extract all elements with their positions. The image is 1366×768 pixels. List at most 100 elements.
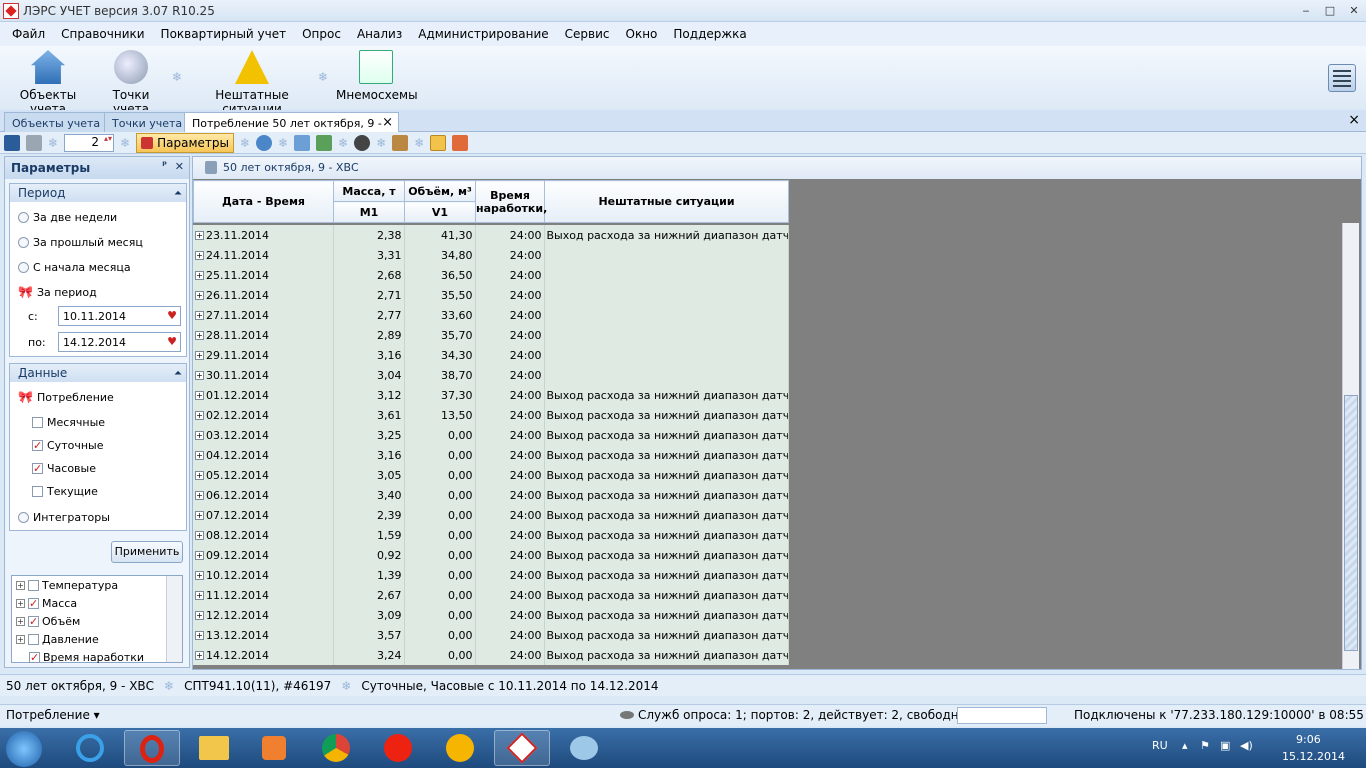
table-row[interactable]: +06.12.2014 3,40 0,00 24:00 Выход расхода за… <box>193 485 789 505</box>
tray-arrow-icon[interactable]: ▴ <box>1182 739 1188 752</box>
expand-icon[interactable]: + <box>16 617 25 626</box>
col-date[interactable]: Дата - Время <box>193 180 334 223</box>
table-row[interactable]: +27.11.2014 2,77 33,60 24:00 <box>193 305 789 325</box>
opera-icon[interactable] <box>124 730 180 766</box>
incidents-button[interactable]: Нештатные ситуации <box>190 50 314 116</box>
table-row[interactable]: +28.11.2014 2,89 35,70 24:00 <box>193 325 789 345</box>
mail-icon[interactable] <box>432 730 488 766</box>
col-runtime[interactable]: Время наработки, <box>475 180 547 223</box>
table-row[interactable]: +03.12.2014 3,25 0,00 24:00 Выход расхода за… <box>193 425 789 445</box>
yandex-icon[interactable] <box>370 730 426 766</box>
collapse-icon[interactable]: ⏶ <box>174 365 182 383</box>
parameters-button[interactable]: Параметры <box>136 132 234 153</box>
tab-objects[interactable]: Объекты учета <box>4 112 109 132</box>
clock-date[interactable]: 15.12.2014 <box>1282 750 1345 763</box>
period-spin-input[interactable]: 2 <box>64 133 115 152</box>
menu-service[interactable]: Сервис <box>557 27 618 41</box>
expand-row-icon[interactable]: + <box>195 371 204 380</box>
tab-close-icon[interactable]: × <box>382 115 393 130</box>
save-icon[interactable] <box>4 134 20 151</box>
checkmark-icon[interactable]: ✓ <box>28 616 39 627</box>
tree-item-pressure[interactable]: + Давление <box>16 633 99 646</box>
table-row[interactable]: +08.12.2014 1,59 0,00 24:00 Выход расхода за… <box>193 525 789 545</box>
daily-checkbox[interactable]: ✓ Суточные <box>32 439 103 452</box>
expand-row-icon[interactable]: + <box>195 491 204 500</box>
close-all-tabs-icon[interactable]: × <box>1348 112 1360 128</box>
menu-file[interactable]: Файл <box>4 27 53 41</box>
expand-row-icon[interactable]: + <box>195 331 204 340</box>
clock-time[interactable]: 9:06 <box>1296 733 1321 746</box>
grid-scrollbar[interactable] <box>1342 223 1359 669</box>
expand-row-icon[interactable]: + <box>195 391 204 400</box>
network-icon[interactable]: ▣ <box>1220 739 1230 752</box>
tree-item-volume[interactable]: + ✓ Объём <box>16 615 80 628</box>
table-row[interactable]: +25.11.2014 2,68 36,50 24:00 <box>193 265 789 285</box>
expand-row-icon[interactable]: + <box>195 611 204 620</box>
table-row[interactable]: +14.12.2014 3,24 0,00 24:00 Выход расхода за… <box>193 645 789 665</box>
current-checkbox[interactable]: Текущие <box>32 485 98 498</box>
volume-icon[interactable]: ◀) <box>1240 739 1253 752</box>
refresh-icon[interactable] <box>256 134 273 151</box>
menu-directories[interactable]: Справочники <box>53 27 152 41</box>
table-row[interactable]: +24.11.2014 3,31 34,80 24:00 <box>193 245 789 265</box>
menu-poll[interactable]: Опрос <box>294 27 349 41</box>
table-row[interactable]: +09.12.2014 0,92 0,00 24:00 Выход расхода за… <box>193 545 789 565</box>
menu-admin[interactable]: Администрирование <box>410 27 556 41</box>
mnemo-button[interactable]: Мнемосхемы <box>336 50 418 102</box>
flag-icon[interactable]: ⚑ <box>1200 739 1210 752</box>
table-row[interactable]: +30.11.2014 3,04 38,70 24:00 <box>193 365 789 385</box>
start-button[interactable] <box>6 731 42 767</box>
last-month-option[interactable]: За прошлый месяц <box>18 236 143 249</box>
table-row[interactable]: +12.12.2014 3,09 0,00 24:00 Выход расхода за… <box>193 605 789 625</box>
expand-row-icon[interactable]: + <box>195 531 204 540</box>
close-button[interactable]: ✕ <box>1342 2 1366 18</box>
monthly-checkbox[interactable]: Месячные <box>32 416 105 429</box>
paint-icon[interactable] <box>556 730 612 766</box>
for-period-option[interactable]: 🎀 За период <box>18 285 97 299</box>
expand-icon[interactable]: + <box>16 581 25 590</box>
table-row[interactable]: +26.11.2014 2,71 35,50 24:00 <box>193 285 789 305</box>
checkmark-icon[interactable]: ✓ <box>29 652 40 663</box>
period-header[interactable]: Период ⏶ <box>10 184 186 202</box>
tab-consumption[interactable]: Потребление 50 лет октября, 9 - ХВ × <box>184 112 399 143</box>
scrollbar-thumb[interactable] <box>1344 395 1358 651</box>
chart-icon[interactable] <box>316 134 333 151</box>
ie-icon[interactable] <box>62 730 118 766</box>
menu-apartment[interactable]: Поквартирный учет <box>153 27 295 41</box>
expand-row-icon[interactable]: + <box>195 231 204 240</box>
expand-row-icon[interactable]: + <box>195 471 204 480</box>
menu-window[interactable]: Окно <box>618 27 666 41</box>
expand-row-icon[interactable]: + <box>195 351 204 360</box>
expand-row-icon[interactable]: + <box>195 551 204 560</box>
expand-row-icon[interactable]: + <box>195 311 204 320</box>
calendar-icon[interactable] <box>452 134 469 151</box>
panel-close-icon[interactable]: ✕ <box>175 160 184 173</box>
table-row[interactable]: +05.12.2014 3,05 0,00 24:00 Выход расхода за… <box>193 465 789 485</box>
maximize-button[interactable]: □ <box>1318 2 1342 18</box>
apply-button[interactable]: Применить <box>111 541 183 563</box>
expand-row-icon[interactable]: + <box>195 431 204 440</box>
media-player-icon[interactable] <box>246 730 302 766</box>
data-header[interactable]: Данные ⏶ <box>10 364 186 382</box>
expand-row-icon[interactable]: + <box>195 291 204 300</box>
app-menu-icon[interactable] <box>1328 64 1356 92</box>
consumption-option[interactable]: 🎀 Потребление <box>18 390 114 404</box>
expand-icon[interactable]: + <box>16 599 25 608</box>
checkbox-icon[interactable] <box>28 634 39 645</box>
integrators-option[interactable]: Интеграторы <box>18 511 110 524</box>
tree-item-mass[interactable]: + ✓ Масса <box>16 597 77 610</box>
table-row[interactable]: +01.12.2014 3,12 37,30 24:00 Выход расхода з… <box>193 385 789 405</box>
checkbox-icon[interactable] <box>28 580 39 591</box>
expand-row-icon[interactable]: + <box>195 591 204 600</box>
expand-row-icon[interactable]: + <box>195 631 204 640</box>
points-button[interactable]: Точки учета <box>96 50 166 116</box>
bell-icon[interactable] <box>354 134 371 151</box>
expand-row-icon[interactable]: + <box>195 451 204 460</box>
checkmark-icon[interactable]: ✓ <box>28 598 39 609</box>
tree-scrollbar[interactable] <box>166 576 182 662</box>
expand-row-icon[interactable]: + <box>195 571 204 580</box>
date-from-field[interactable]: 10.11.2014 <box>58 306 181 326</box>
col-incidents[interactable]: Нештатные ситуации <box>544 180 789 223</box>
menu-support[interactable]: Поддержка <box>665 27 754 41</box>
table-row[interactable]: +04.12.2014 3,16 0,00 24:00 Выход расхода за… <box>193 445 789 465</box>
